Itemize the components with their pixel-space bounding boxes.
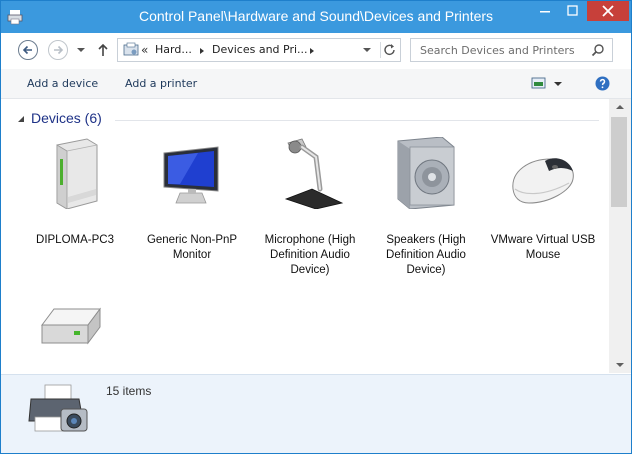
navigation-bar: « Hard... Devices and Pri... Search Devi… [1, 33, 631, 69]
refresh-icon[interactable] [380, 42, 399, 58]
device-hard-drive[interactable] [17, 295, 123, 373]
microphone-icon [284, 138, 344, 209]
close-button[interactable] [587, 1, 629, 21]
speakers-icon [397, 137, 455, 209]
device-generic-monitor[interactable]: Generic Non-PnP Monitor [139, 137, 245, 273]
device-label: Microphone (High Definition Audio Device… [264, 234, 356, 276]
search-icon[interactable] [591, 43, 605, 57]
devices-group-title: Devices (6) [31, 110, 102, 126]
search-box[interactable]: Search Devices and Printers [410, 38, 613, 62]
arrow-right-icon [54, 45, 64, 55]
forward-button[interactable] [48, 40, 68, 60]
breadcrumb-arrow-icon[interactable] [198, 47, 206, 55]
arrow-left-icon [22, 45, 32, 55]
explorer-window: Control Panel\Hardware and Sound\Devices… [0, 0, 632, 454]
control-panel-icon [123, 42, 139, 56]
device-diploma-pc3[interactable]: DIPLOMA-PC3 [22, 137, 128, 273]
add-printer-button[interactable]: Add a printer [125, 77, 197, 90]
maximize-button[interactable] [559, 1, 587, 21]
address-bar[interactable]: « Hard... Devices and Pri... [117, 38, 401, 62]
scroll-down-icon[interactable] [609, 357, 631, 373]
maximize-icon [567, 5, 578, 16]
title-bar[interactable]: Control Panel\Hardware and Sound\Devices… [1, 1, 631, 33]
breadcrumb-arrow-icon[interactable] [308, 47, 316, 55]
device-label: Generic Non-PnP Monitor [146, 234, 238, 261]
command-bar: Add a device Add a printer [1, 69, 631, 99]
group-divider [115, 120, 599, 121]
address-overflow-chevron[interactable]: « [141, 43, 148, 57]
device-microphone[interactable]: Microphone (High Definition Audio Device… [257, 137, 363, 276]
device-label: DIPLOMA-PC3 [36, 234, 114, 246]
devices-group-header[interactable]: Devices (6) [15, 109, 605, 129]
up-arrow-icon[interactable] [96, 42, 110, 58]
collapse-triangle-icon[interactable] [17, 115, 25, 123]
computer-tower-icon [56, 138, 98, 209]
scroll-up-icon[interactable] [609, 99, 631, 115]
devices-view: Devices (6) DIPLOMA-PC3 Generic Non-PnP … [1, 99, 609, 373]
device-speakers[interactable]: Speakers (High Definition Audio Device) [373, 137, 479, 276]
search-input[interactable]: Search Devices and Printers [420, 44, 575, 57]
mouse-icon [512, 158, 574, 204]
scrollbar-thumb[interactable] [611, 117, 627, 207]
hard-drive-icon [41, 307, 101, 345]
item-count: 15 items [106, 384, 152, 398]
details-pane: 15 items [1, 374, 631, 453]
breadcrumb-hardware[interactable]: Hard... [155, 43, 192, 56]
back-button[interactable] [18, 40, 38, 60]
device-label: Speakers (High Definition Audio Device) [386, 234, 466, 276]
minimize-button[interactable] [531, 1, 559, 21]
address-dropdown-icon[interactable] [360, 42, 374, 58]
device-label: VMware Virtual USB Mouse [490, 234, 596, 261]
close-icon [602, 5, 614, 17]
devices-printers-icon [28, 384, 88, 432]
device-vmware-mouse[interactable]: VMware Virtual USB Mouse [490, 137, 596, 273]
minimize-icon [540, 11, 550, 13]
help-icon[interactable] [595, 76, 610, 91]
change-view-icon[interactable] [531, 76, 563, 91]
add-device-button[interactable]: Add a device [27, 77, 98, 90]
recent-locations-chevron-icon[interactable] [76, 46, 86, 54]
monitor-icon [163, 146, 219, 204]
vertical-scrollbar[interactable] [609, 99, 631, 373]
breadcrumb-devices-printers[interactable]: Devices and Pri... [212, 43, 308, 56]
